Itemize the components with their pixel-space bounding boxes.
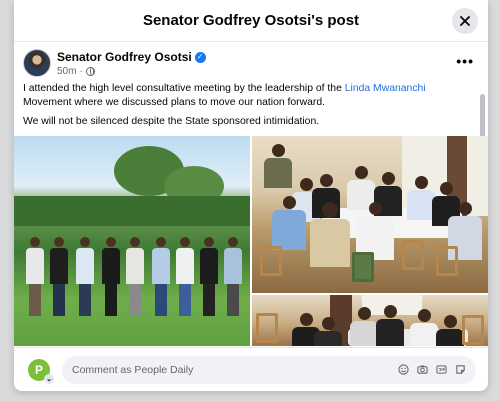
modal-header: Senator Godfrey Osotsi's post [14,0,488,42]
comment-input[interactable] [72,363,398,376]
close-icon [460,16,470,26]
close-button[interactable] [452,8,478,34]
emoji-icon[interactable] [398,364,409,375]
post-paragraph-1: I attended the high level consultative m… [23,83,426,108]
gif-icon[interactable] [436,364,447,375]
post-meta: 50m · [57,66,95,77]
more-options-button[interactable]: ••• [456,53,474,69]
camera-icon[interactable] [417,364,428,375]
author-avatar[interactable] [23,49,51,77]
meeting-room-photo[interactable] [252,136,488,293]
more-options-icon: ••• [456,53,474,69]
comment-box [62,355,476,384]
chevron-down-icon[interactable]: ⌄ [44,373,54,384]
post-body: Senator Godfrey Osotsi ✓ 50m · ••• I att… [14,42,488,346]
group-photo-outdoors[interactable] [14,136,250,346]
globe-icon [85,67,95,76]
author-line: Senator Godfrey Osotsi ✓ [57,50,206,64]
author-name[interactable]: Senator Godfrey Osotsi [57,50,192,64]
modal-title: Senator Godfrey Osotsi's post [142,12,360,29]
comment-composer: P ⌄ [14,347,488,391]
post-header: Senator Godfrey Osotsi ✓ 50m · ••• [23,49,474,79]
meeting-table-photo[interactable] [252,295,488,346]
post-time[interactable]: 50m [57,66,76,77]
linda-mwananchi-link[interactable]: Linda Mwananchi [345,83,426,94]
post-text: I attended the high level consultative m… [23,82,474,135]
post-photos [14,136,488,346]
verified-badge-icon: ✓ [194,51,206,63]
post-paragraph-2: We will not be silenced despite the Stat… [23,116,320,127]
post-modal: Senator Godfrey Osotsi's post Senator Go… [14,0,488,391]
page-avatar[interactable]: P ⌄ [28,358,54,384]
comment-tools [398,364,466,375]
sticker-icon[interactable] [455,364,466,375]
